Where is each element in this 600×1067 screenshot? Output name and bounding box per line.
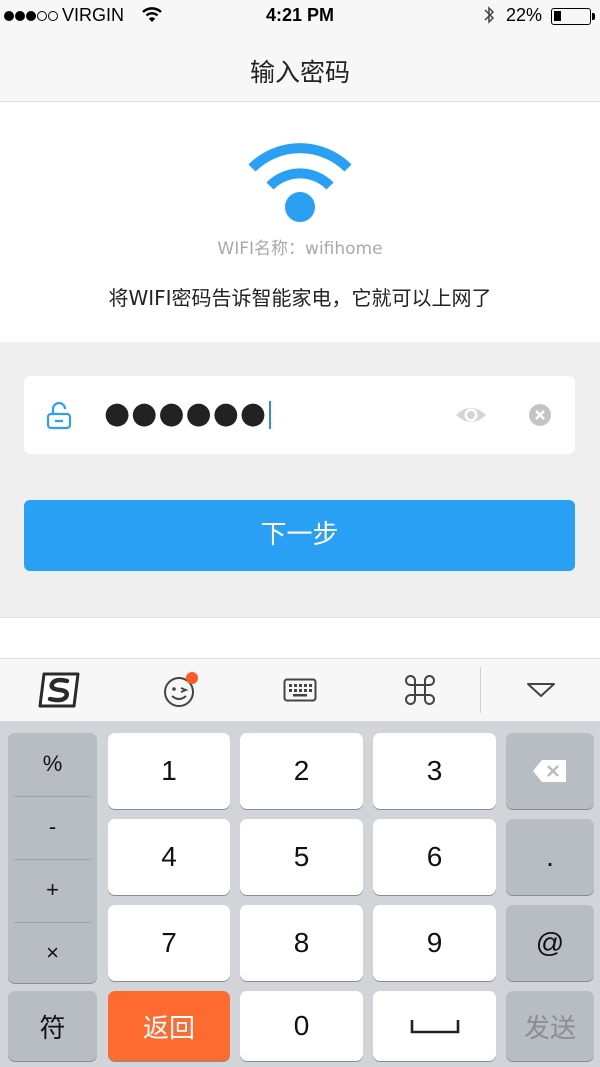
sogou-button[interactable] <box>0 659 120 721</box>
wifi-info-section: WIFI名称：wifihome 将WIFI密码告诉智能家电，它就可以上网了 <box>0 102 600 342</box>
key-1[interactable]: 1 <box>108 733 230 809</box>
wifi-name-label: WIFI名称：wifihome <box>217 239 383 259</box>
sogou-logo-icon <box>38 672 80 708</box>
backspace-icon <box>533 760 566 782</box>
notification-badge <box>186 672 198 684</box>
instruction-text: 将WIFI密码告诉智能家电，它就可以上网了 <box>108 286 492 310</box>
command-icon <box>405 675 435 705</box>
key-5[interactable]: 5 <box>240 819 363 895</box>
command-button[interactable] <box>360 659 480 721</box>
key-dot[interactable]: . <box>506 819 594 895</box>
nav-bar: 输入密码 <box>0 32 600 102</box>
key-at[interactable]: @ <box>506 905 594 981</box>
symbol-column: % - + × <box>8 733 97 983</box>
battery-icon <box>551 8 591 25</box>
battery-cap <box>592 13 595 20</box>
emoji-button[interactable] <box>120 659 240 721</box>
page-title: 输入密码 <box>249 58 350 87</box>
keyboard-candidate-bar <box>0 617 600 658</box>
key-symbols[interactable]: 符 <box>8 991 97 1061</box>
key-space[interactable] <box>373 991 496 1061</box>
emoji-icon <box>164 672 198 707</box>
key-back[interactable]: 返回 <box>108 991 230 1061</box>
key-percent[interactable]: % <box>8 733 97 795</box>
key-send[interactable]: 发送 <box>506 991 594 1061</box>
key-9[interactable]: 9 <box>373 905 496 981</box>
lock-icon <box>46 402 72 430</box>
key-multiply[interactable]: × <box>8 922 97 984</box>
numeric-keyboard: % - + × 1 2 3 4 5 6 . 7 8 9 @ 符 返回 0 发送 <box>0 721 600 1067</box>
battery-percent: 22% <box>506 5 543 25</box>
key-8[interactable]: 8 <box>240 905 363 981</box>
collapse-icon <box>526 683 555 697</box>
password-input[interactable]: ●●●●●● <box>104 394 272 434</box>
key-plus[interactable]: + <box>8 859 97 921</box>
key-backspace[interactable] <box>506 733 594 809</box>
key-0[interactable]: 0 <box>240 991 363 1061</box>
key-minus[interactable]: - <box>8 796 97 858</box>
password-field[interactable]: ●●●●●● <box>24 376 575 454</box>
keyboard-toolbar <box>0 658 600 721</box>
key-6[interactable]: 6 <box>373 819 496 895</box>
next-step-button[interactable]: 下一步 <box>24 500 575 571</box>
text-caret <box>269 400 272 429</box>
form-area: ●●●●●● 下一步 <box>0 342 600 617</box>
key-7[interactable]: 7 <box>108 905 230 981</box>
key-2[interactable]: 2 <box>240 733 363 809</box>
eye-icon[interactable] <box>454 403 488 427</box>
keyboard-icon <box>283 678 317 702</box>
key-3[interactable]: 3 <box>373 733 496 809</box>
wifi-icon <box>248 143 352 222</box>
battery-level <box>554 11 561 21</box>
password-text: ●●●●●● <box>104 396 268 431</box>
bluetooth-icon <box>484 6 495 24</box>
keyboard-switch-button[interactable] <box>240 659 360 721</box>
clear-icon[interactable] <box>528 403 552 427</box>
collapse-keyboard-button[interactable] <box>481 659 600 721</box>
space-icon <box>410 1020 459 1034</box>
key-4[interactable]: 4 <box>108 819 230 895</box>
status-bar: VIRGIN 4:21 PM 22% <box>0 0 600 32</box>
